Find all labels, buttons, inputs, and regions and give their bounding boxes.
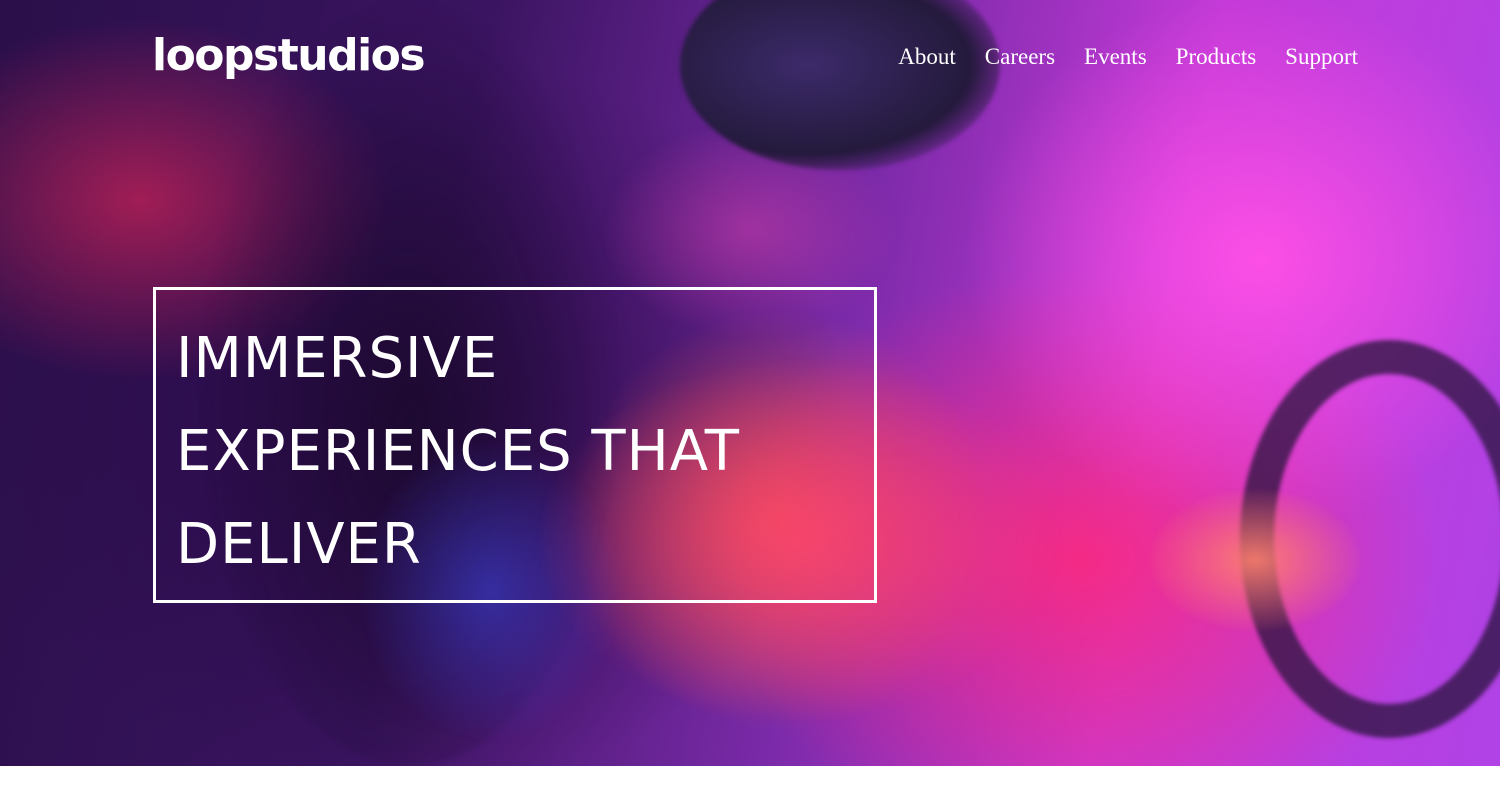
main-navigation: About Careers Events Products Support bbox=[898, 43, 1358, 71]
loopstudios-logo[interactable]: loopstudios bbox=[152, 30, 426, 83]
nav-link-products[interactable]: Products bbox=[1176, 43, 1257, 71]
hero-image-hand bbox=[1150, 490, 1360, 630]
nav-link-events[interactable]: Events bbox=[1084, 43, 1147, 71]
hero-section: loopstudios About Careers Events Product… bbox=[0, 0, 1500, 766]
nav-link-about[interactable]: About bbox=[898, 43, 956, 71]
hero-headline-box: IMMERSIVE EXPERIENCES THAT DELIVER bbox=[153, 287, 877, 603]
nav-link-support[interactable]: Support bbox=[1285, 43, 1358, 71]
nav-link-careers[interactable]: Careers bbox=[985, 43, 1055, 71]
hero-headline: IMMERSIVE EXPERIENCES THAT DELIVER bbox=[176, 326, 740, 577]
